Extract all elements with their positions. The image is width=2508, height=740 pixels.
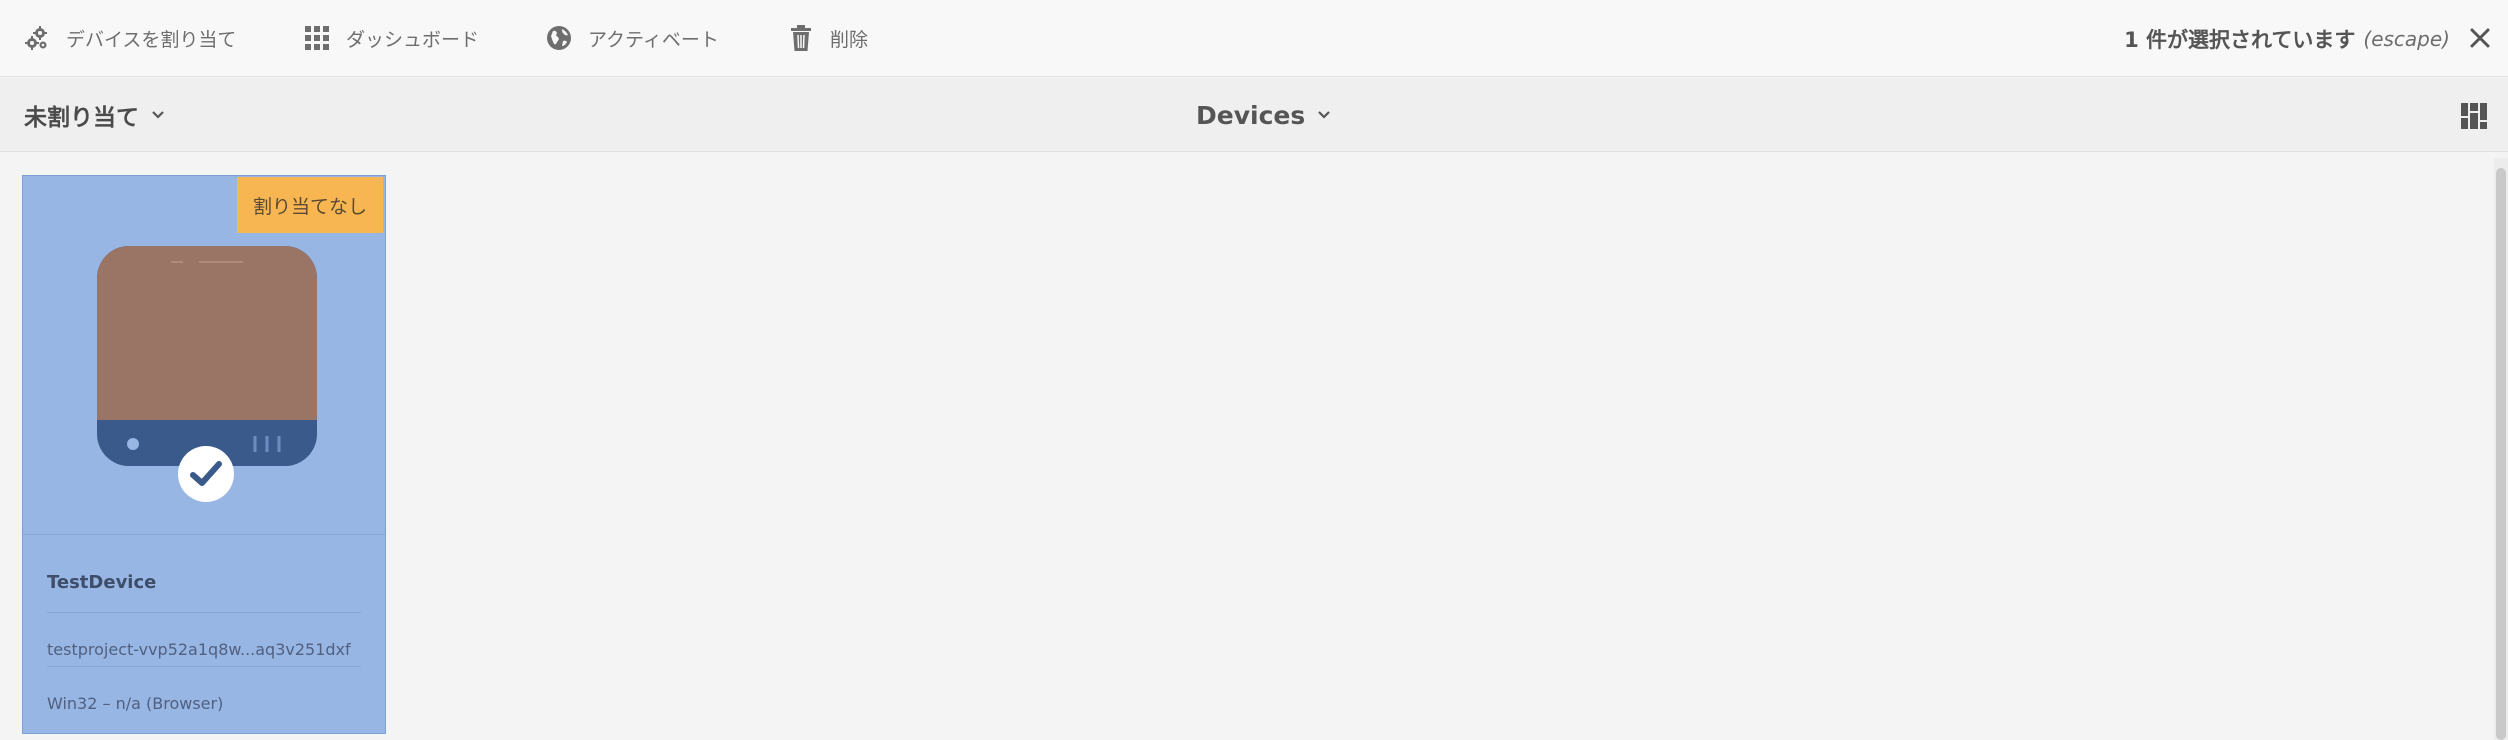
filter-dropdown[interactable]: 未割り当て [24, 78, 165, 152]
escape-hint: (escape) [2363, 26, 2450, 51]
selection-text: 1 件が選択されています [2124, 27, 2356, 52]
close-icon [2470, 28, 2490, 48]
filter-label: 未割り当て [24, 105, 139, 131]
device-card[interactable]: 割り当てなし TestDevice testproject-vvp52a1q8w… [22, 175, 386, 734]
selection-count: 1 件が選択されています (escape) [2124, 0, 2450, 77]
dashboard-button[interactable]: ダッシュボード [302, 0, 479, 77]
page-title: Devices [1196, 100, 1306, 130]
scrollbar-thumb[interactable] [2496, 168, 2506, 740]
device-platform: Win32 – n/a (Browser) [47, 694, 224, 713]
chevron-down-icon [151, 110, 165, 120]
device-name: TestDevice [47, 572, 157, 593]
assign-device-button[interactable]: デバイスを割り当て [22, 0, 236, 77]
dashboard-label: ダッシュボード [346, 28, 480, 51]
gears-icon [22, 23, 52, 53]
status-badge: 割り当てなし [236, 177, 383, 233]
device-icon [97, 246, 317, 466]
delete-button[interactable]: 削除 [786, 0, 868, 77]
view-switch-button[interactable] [2460, 102, 2488, 130]
trash-icon [786, 23, 816, 53]
title-bar: 未割り当て Devices [0, 78, 2508, 152]
grid-icon [302, 23, 332, 53]
close-selection-button[interactable] [2464, 22, 2496, 54]
selection-action-bar: デバイスを割り当て ダッシュボード アクティベート 削除 1 件が選択されていま… [0, 0, 2508, 77]
delete-label: 削除 [830, 28, 869, 51]
device-id: testproject-vvp52a1q8w...aq3v251dxf [47, 640, 351, 659]
view-switch-icon [2461, 103, 2487, 129]
activate-label: アクティベート [588, 28, 719, 51]
globe-icon [544, 23, 574, 53]
device-grid: 割り当てなし TestDevice testproject-vvp52a1q8w… [0, 153, 2508, 740]
card-divider [47, 612, 361, 613]
chevron-down-icon [1317, 110, 1331, 120]
card-divider [47, 666, 361, 667]
card-divider [23, 534, 385, 535]
assign-device-label: デバイスを割り当て [66, 28, 237, 51]
activate-button[interactable]: アクティベート [544, 0, 719, 77]
scrollbar[interactable] [2494, 158, 2508, 740]
selected-check-icon [178, 446, 234, 502]
page-title-dropdown[interactable]: Devices [1196, 78, 1331, 152]
